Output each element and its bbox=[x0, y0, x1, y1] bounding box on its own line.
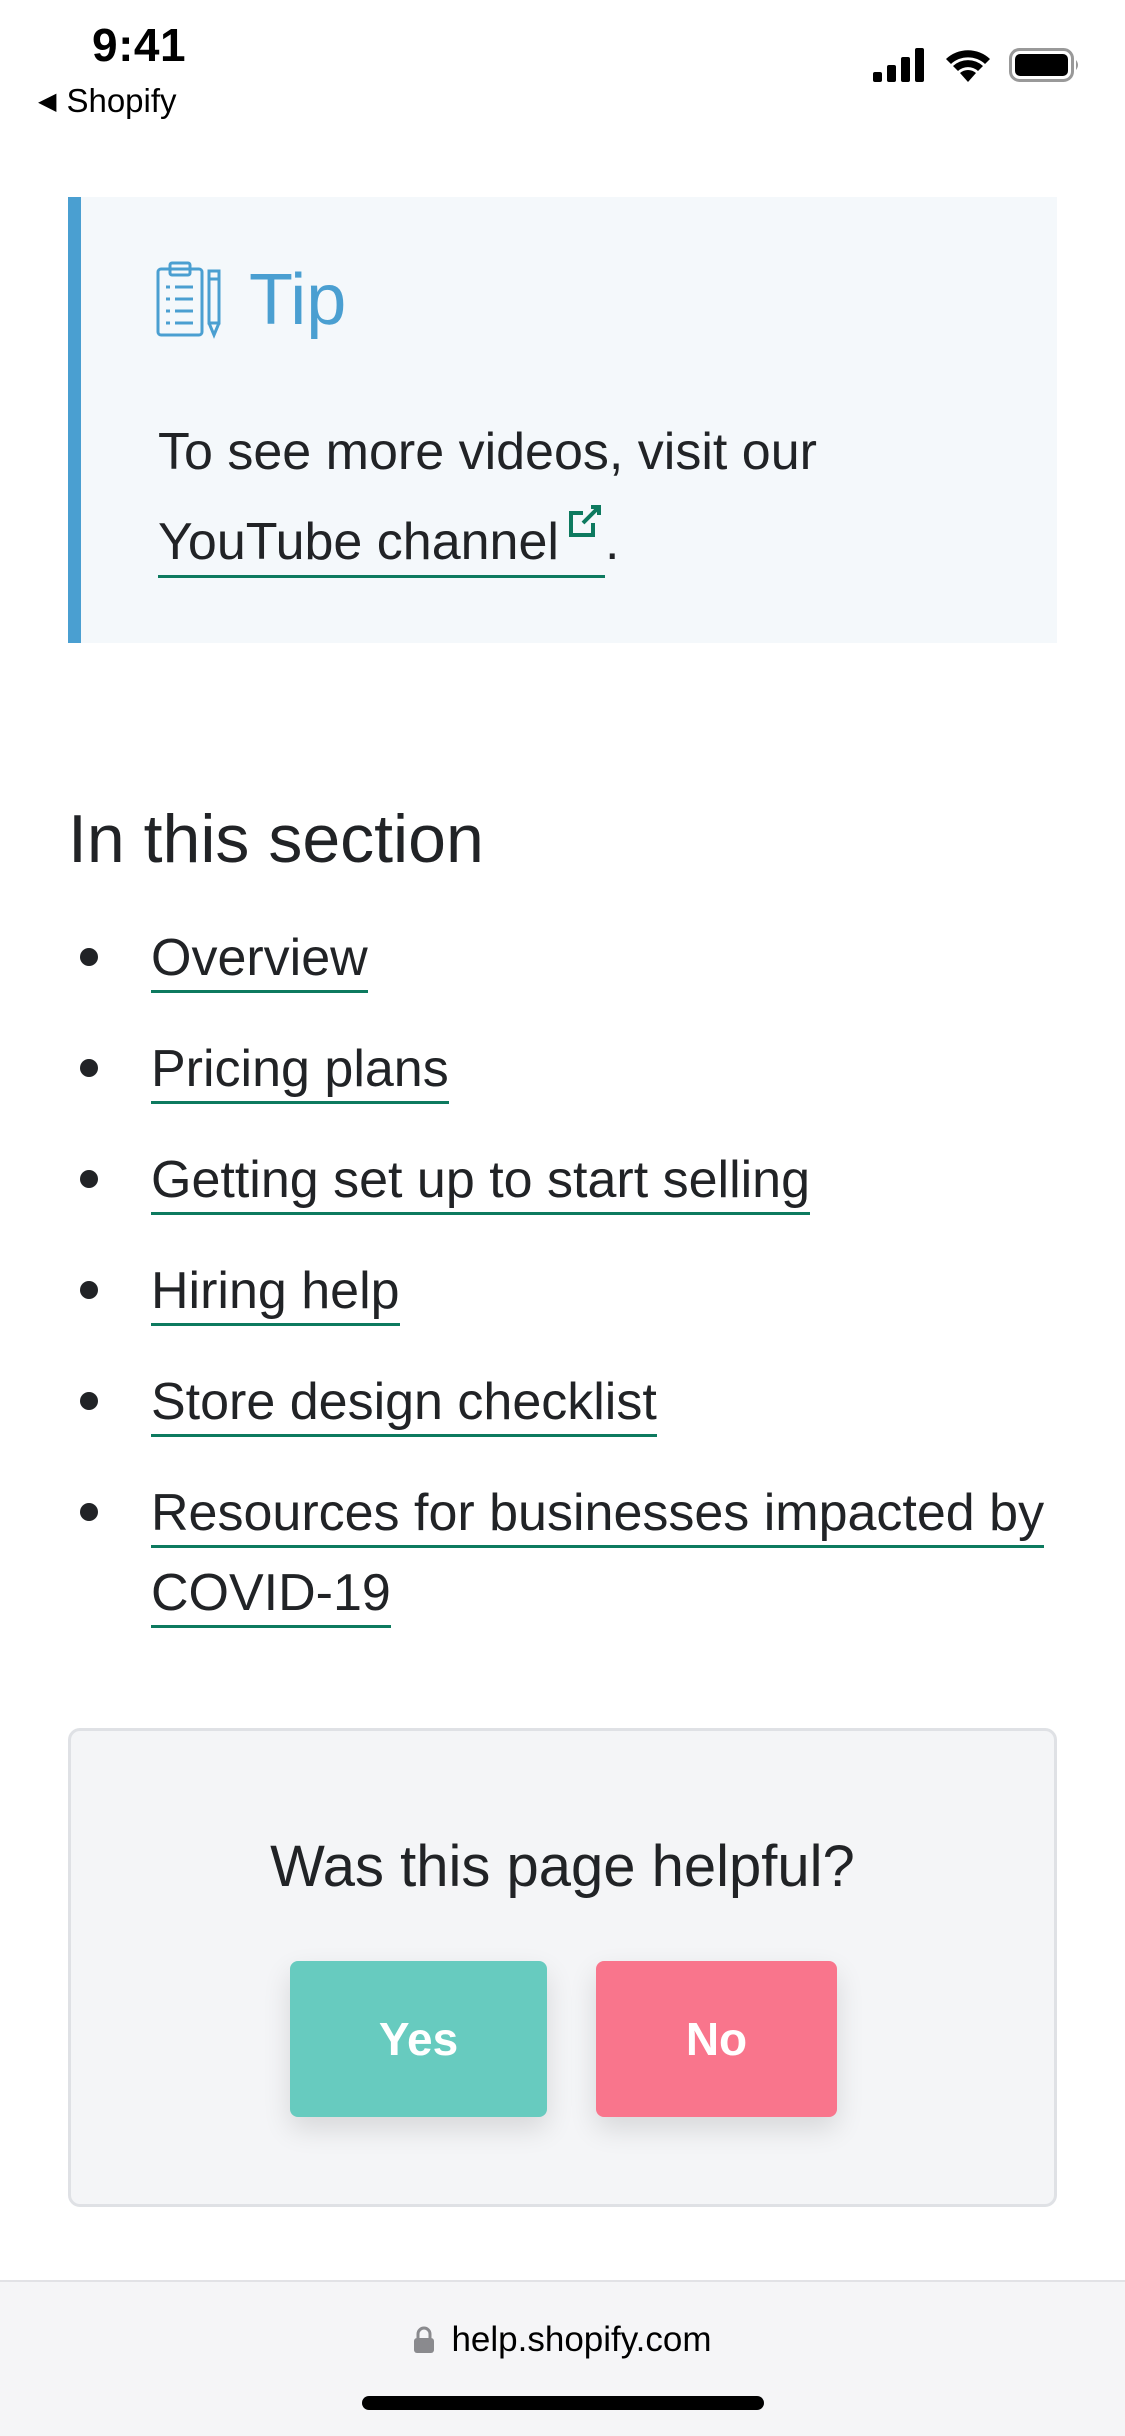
home-indicator[interactable] bbox=[362, 2396, 764, 2410]
tip-header: Tip bbox=[155, 259, 346, 341]
status-time: 9:41 bbox=[92, 19, 187, 71]
link-covid-resources[interactable]: Resources for businesses impacted by COV… bbox=[151, 1484, 1045, 1628]
status-bar: 9:41 ◀ Shopify bbox=[0, 0, 1125, 130]
youtube-channel-link[interactable]: YouTube channel bbox=[158, 505, 605, 578]
bullet-icon bbox=[80, 1281, 98, 1299]
list-item: Overview bbox=[68, 918, 1058, 998]
back-app-label: Shopify bbox=[66, 82, 177, 119]
tip-text-before: To see more videos, visit our bbox=[158, 423, 817, 481]
list-item: Resources for businesses impacted by COV… bbox=[68, 1473, 1058, 1633]
list-item: Getting set up to start selling bbox=[68, 1140, 1058, 1220]
bullet-icon bbox=[80, 1170, 98, 1188]
back-to-app-button[interactable]: ◀ Shopify bbox=[38, 82, 177, 120]
list-item: Hiring help bbox=[68, 1251, 1058, 1331]
external-link-icon bbox=[568, 505, 601, 537]
tip-callout: Tip To see more videos, visit our YouTub… bbox=[68, 197, 1057, 643]
yes-button[interactable]: Yes bbox=[290, 1961, 547, 2117]
back-triangle-icon: ◀ bbox=[38, 87, 57, 115]
bullet-icon bbox=[80, 1503, 98, 1521]
url-text: help.shopify.com bbox=[451, 2320, 712, 2359]
tip-title: Tip bbox=[249, 260, 347, 340]
lock-icon bbox=[414, 2326, 435, 2353]
bullet-icon bbox=[80, 948, 98, 966]
feedback-question: Was this page helpful? bbox=[270, 1834, 855, 1899]
tip-text: To see more videos, visit our YouTube ch… bbox=[158, 407, 1018, 587]
bullet-icon bbox=[80, 1059, 98, 1077]
link-pricing-plans[interactable]: Pricing plans bbox=[151, 1040, 449, 1104]
list-item: Pricing plans bbox=[68, 1029, 1058, 1109]
youtube-channel-link-label: YouTube channel bbox=[158, 513, 559, 571]
link-store-design-checklist[interactable]: Store design checklist bbox=[151, 1373, 657, 1437]
section-links-list: Overview Pricing plans Getting set up to… bbox=[68, 918, 1058, 1664]
battery-icon bbox=[1009, 48, 1078, 82]
list-item: Store design checklist bbox=[68, 1362, 1058, 1442]
bullet-icon bbox=[80, 1392, 98, 1410]
status-icons bbox=[873, 48, 1081, 82]
clipboard-pen-icon bbox=[156, 261, 221, 339]
no-button[interactable]: No bbox=[596, 1961, 837, 2117]
link-getting-set-up[interactable]: Getting set up to start selling bbox=[151, 1151, 811, 1215]
section-title: In this section bbox=[68, 801, 484, 877]
link-overview[interactable]: Overview bbox=[151, 929, 368, 993]
tip-text-after: . bbox=[604, 513, 620, 571]
wifi-icon bbox=[946, 50, 990, 82]
signal-icon bbox=[873, 48, 924, 82]
feedback-panel: Was this page helpful? Yes No bbox=[68, 1728, 1057, 2207]
browser-bottom-bar: help.shopify.com bbox=[0, 2280, 1125, 2436]
link-hiring-help[interactable]: Hiring help bbox=[151, 1262, 400, 1326]
url-bar[interactable]: help.shopify.com bbox=[0, 2320, 1125, 2360]
